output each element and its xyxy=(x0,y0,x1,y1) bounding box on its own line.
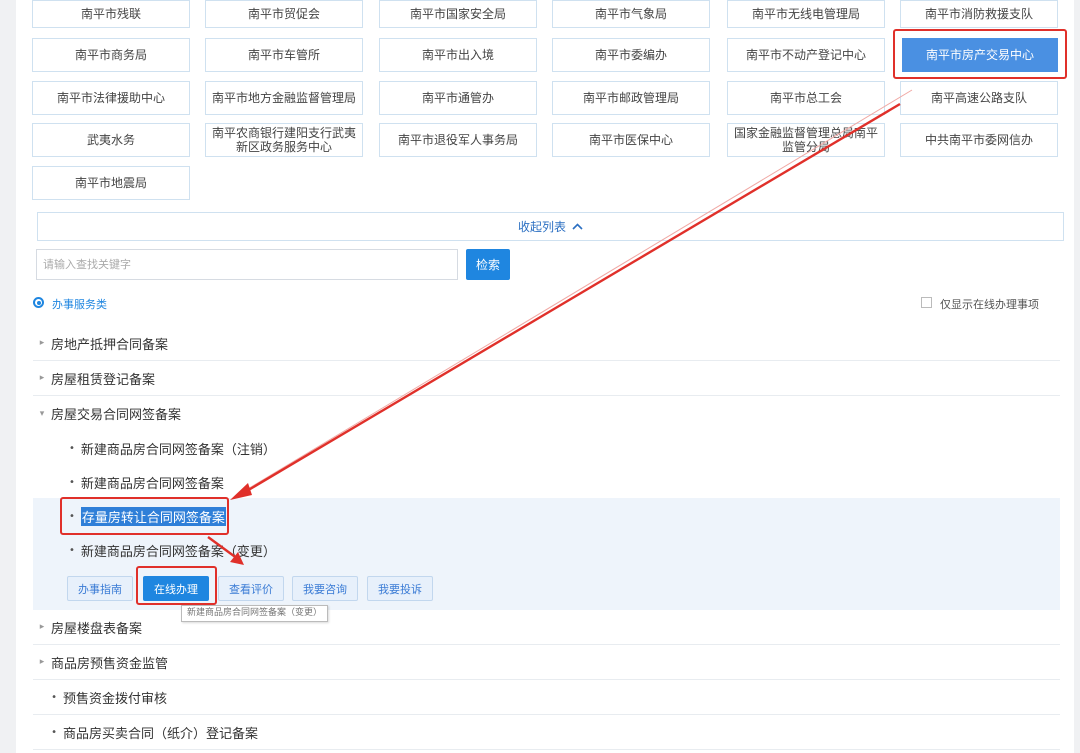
service-item-label: 房屋交易合同网签备案 xyxy=(51,408,182,423)
dept-cell[interactable]: 南平市残联 xyxy=(32,0,190,28)
sub-item[interactable]: • 新建商品房合同网签备案 xyxy=(69,472,224,492)
dept-cell[interactable]: 南平高速公路支队 xyxy=(900,81,1058,115)
service-item[interactable]: ▸ 房屋租赁登记备案 xyxy=(33,361,1060,396)
chevron-up-icon xyxy=(572,220,583,233)
service-item-label: 预售资金拨付审核 xyxy=(63,691,168,707)
service-item[interactable]: ▸ 房地产抵押合同备案 xyxy=(33,326,1060,361)
dept-cell[interactable]: 南平市法律援助中心 xyxy=(32,81,190,115)
service-item[interactable]: • 商品房买卖合同（纸介）登记备案 xyxy=(33,715,1060,750)
bullet-icon: • xyxy=(69,544,75,556)
caret-right-icon: ▸ xyxy=(39,338,45,348)
service-item[interactable]: ▸ 商品房预售资金监管 xyxy=(33,645,1060,680)
online-only-checkbox[interactable] xyxy=(921,297,932,308)
category-label: 办事服务类 xyxy=(52,298,107,311)
caret-right-icon: ▸ xyxy=(39,373,45,383)
bullet-icon: • xyxy=(69,476,75,488)
dept-cell[interactable]: 南平市委编办 xyxy=(552,38,710,72)
sub-item-label: 新建商品房合同网签备案 xyxy=(80,476,224,492)
dept-cell[interactable]: 南平市总工会 xyxy=(727,81,885,115)
collapse-label: 收起列表 xyxy=(517,220,566,234)
sub-item-label: 新建商品房合同网签备案（变更） xyxy=(80,544,276,560)
caret-down-icon: ▾ xyxy=(39,408,45,419)
service-item-expanded[interactable]: ▾ 房屋交易合同网签备案 xyxy=(33,396,1060,431)
view-review-button[interactable]: 查看评价 xyxy=(218,576,284,601)
complain-button[interactable]: 我要投诉 xyxy=(367,576,433,601)
service-item-label: 商品房买卖合同（纸介）登记备案 xyxy=(63,726,259,742)
service-item[interactable]: • 预售资金拨付审核 xyxy=(33,680,1060,715)
service-item-label: 房屋租赁登记备案 xyxy=(51,372,156,388)
online-only-label: 仅显示在线办理事项 xyxy=(940,298,1039,311)
collapse-list-button[interactable]: 收起列表 xyxy=(37,212,1064,241)
service-item-label: 房屋楼盘表备案 xyxy=(51,621,143,637)
service-item-label: 商品房预售资金监管 xyxy=(51,656,169,672)
sub-item-label: 存量房转让合同网签备案 xyxy=(80,506,226,526)
guide-button[interactable]: 办事指南 xyxy=(67,576,133,601)
dept-cell-selected[interactable]: 南平市房产交易中心 xyxy=(902,38,1058,72)
dept-cell[interactable]: 南平市商务局 xyxy=(32,38,190,72)
bullet-icon: • xyxy=(69,442,75,454)
service-item[interactable]: ▸ 房屋楼盘表备案 xyxy=(33,610,1060,645)
dept-cell[interactable]: 南平市出入境 xyxy=(379,38,537,72)
sub-item-label: 新建商品房合同网签备案（注销） xyxy=(80,442,276,458)
dept-cell[interactable]: 南平市国家安全局 xyxy=(379,0,537,28)
search-button[interactable]: 检索 xyxy=(466,249,510,280)
dept-cell[interactable]: 南平市地方金融监督管理局 xyxy=(205,81,363,115)
dept-cell[interactable]: 武夷水务 xyxy=(32,123,190,157)
dept-cell[interactable]: 南平市无线电管理局 xyxy=(727,0,885,28)
sub-item-selected[interactable]: • 存量房转让合同网签备案 xyxy=(69,506,226,526)
bullet-icon: • xyxy=(69,510,75,522)
bullet-icon: • xyxy=(51,726,57,738)
online-apply-button[interactable]: 在线办理 xyxy=(143,576,209,601)
sub-item[interactable]: • 新建商品房合同网签备案（注销） xyxy=(69,438,276,458)
category-radio[interactable] xyxy=(33,297,44,308)
consult-button[interactable]: 我要咨询 xyxy=(292,576,358,601)
dept-cell[interactable]: 南平市贸促会 xyxy=(205,0,363,28)
search-input[interactable]: 请输入查找关键字 xyxy=(36,249,458,280)
caret-right-icon: ▸ xyxy=(39,622,45,632)
dept-cell[interactable]: 南平市消防救援支队 xyxy=(900,0,1058,28)
dept-cell[interactable]: 南平市地震局 xyxy=(32,166,190,200)
dept-cell[interactable]: 南平市通管办 xyxy=(379,81,537,115)
service-item-label: 房地产抵押合同备案 xyxy=(51,337,169,353)
dept-cell[interactable]: 南平市车管所 xyxy=(205,38,363,72)
dept-cell[interactable]: 南平市医保中心 xyxy=(552,123,710,157)
dept-cell[interactable]: 南平市邮政管理局 xyxy=(552,81,710,115)
sub-item[interactable]: • 新建商品房合同网签备案（变更） xyxy=(69,540,276,560)
dept-cell[interactable]: 国家金融监督管理总局南平监管分局 xyxy=(727,123,885,157)
dept-cell[interactable]: 南平市不动产登记中心 xyxy=(727,38,885,72)
dept-cell[interactable]: 南平农商银行建阳支行武夷新区政务服务中心 xyxy=(205,123,363,157)
dept-cell[interactable]: 南平市气象局 xyxy=(552,0,710,28)
bullet-icon: • xyxy=(51,691,57,703)
dept-cell[interactable]: 中共南平市委网信办 xyxy=(900,123,1058,157)
page-content: 南平市残联 南平市贸促会 南平市国家安全局 南平市气象局 南平市无线电管理局 南… xyxy=(16,0,1074,753)
dept-cell[interactable]: 南平市退役军人事务局 xyxy=(379,123,537,157)
caret-right-icon: ▸ xyxy=(39,657,45,667)
